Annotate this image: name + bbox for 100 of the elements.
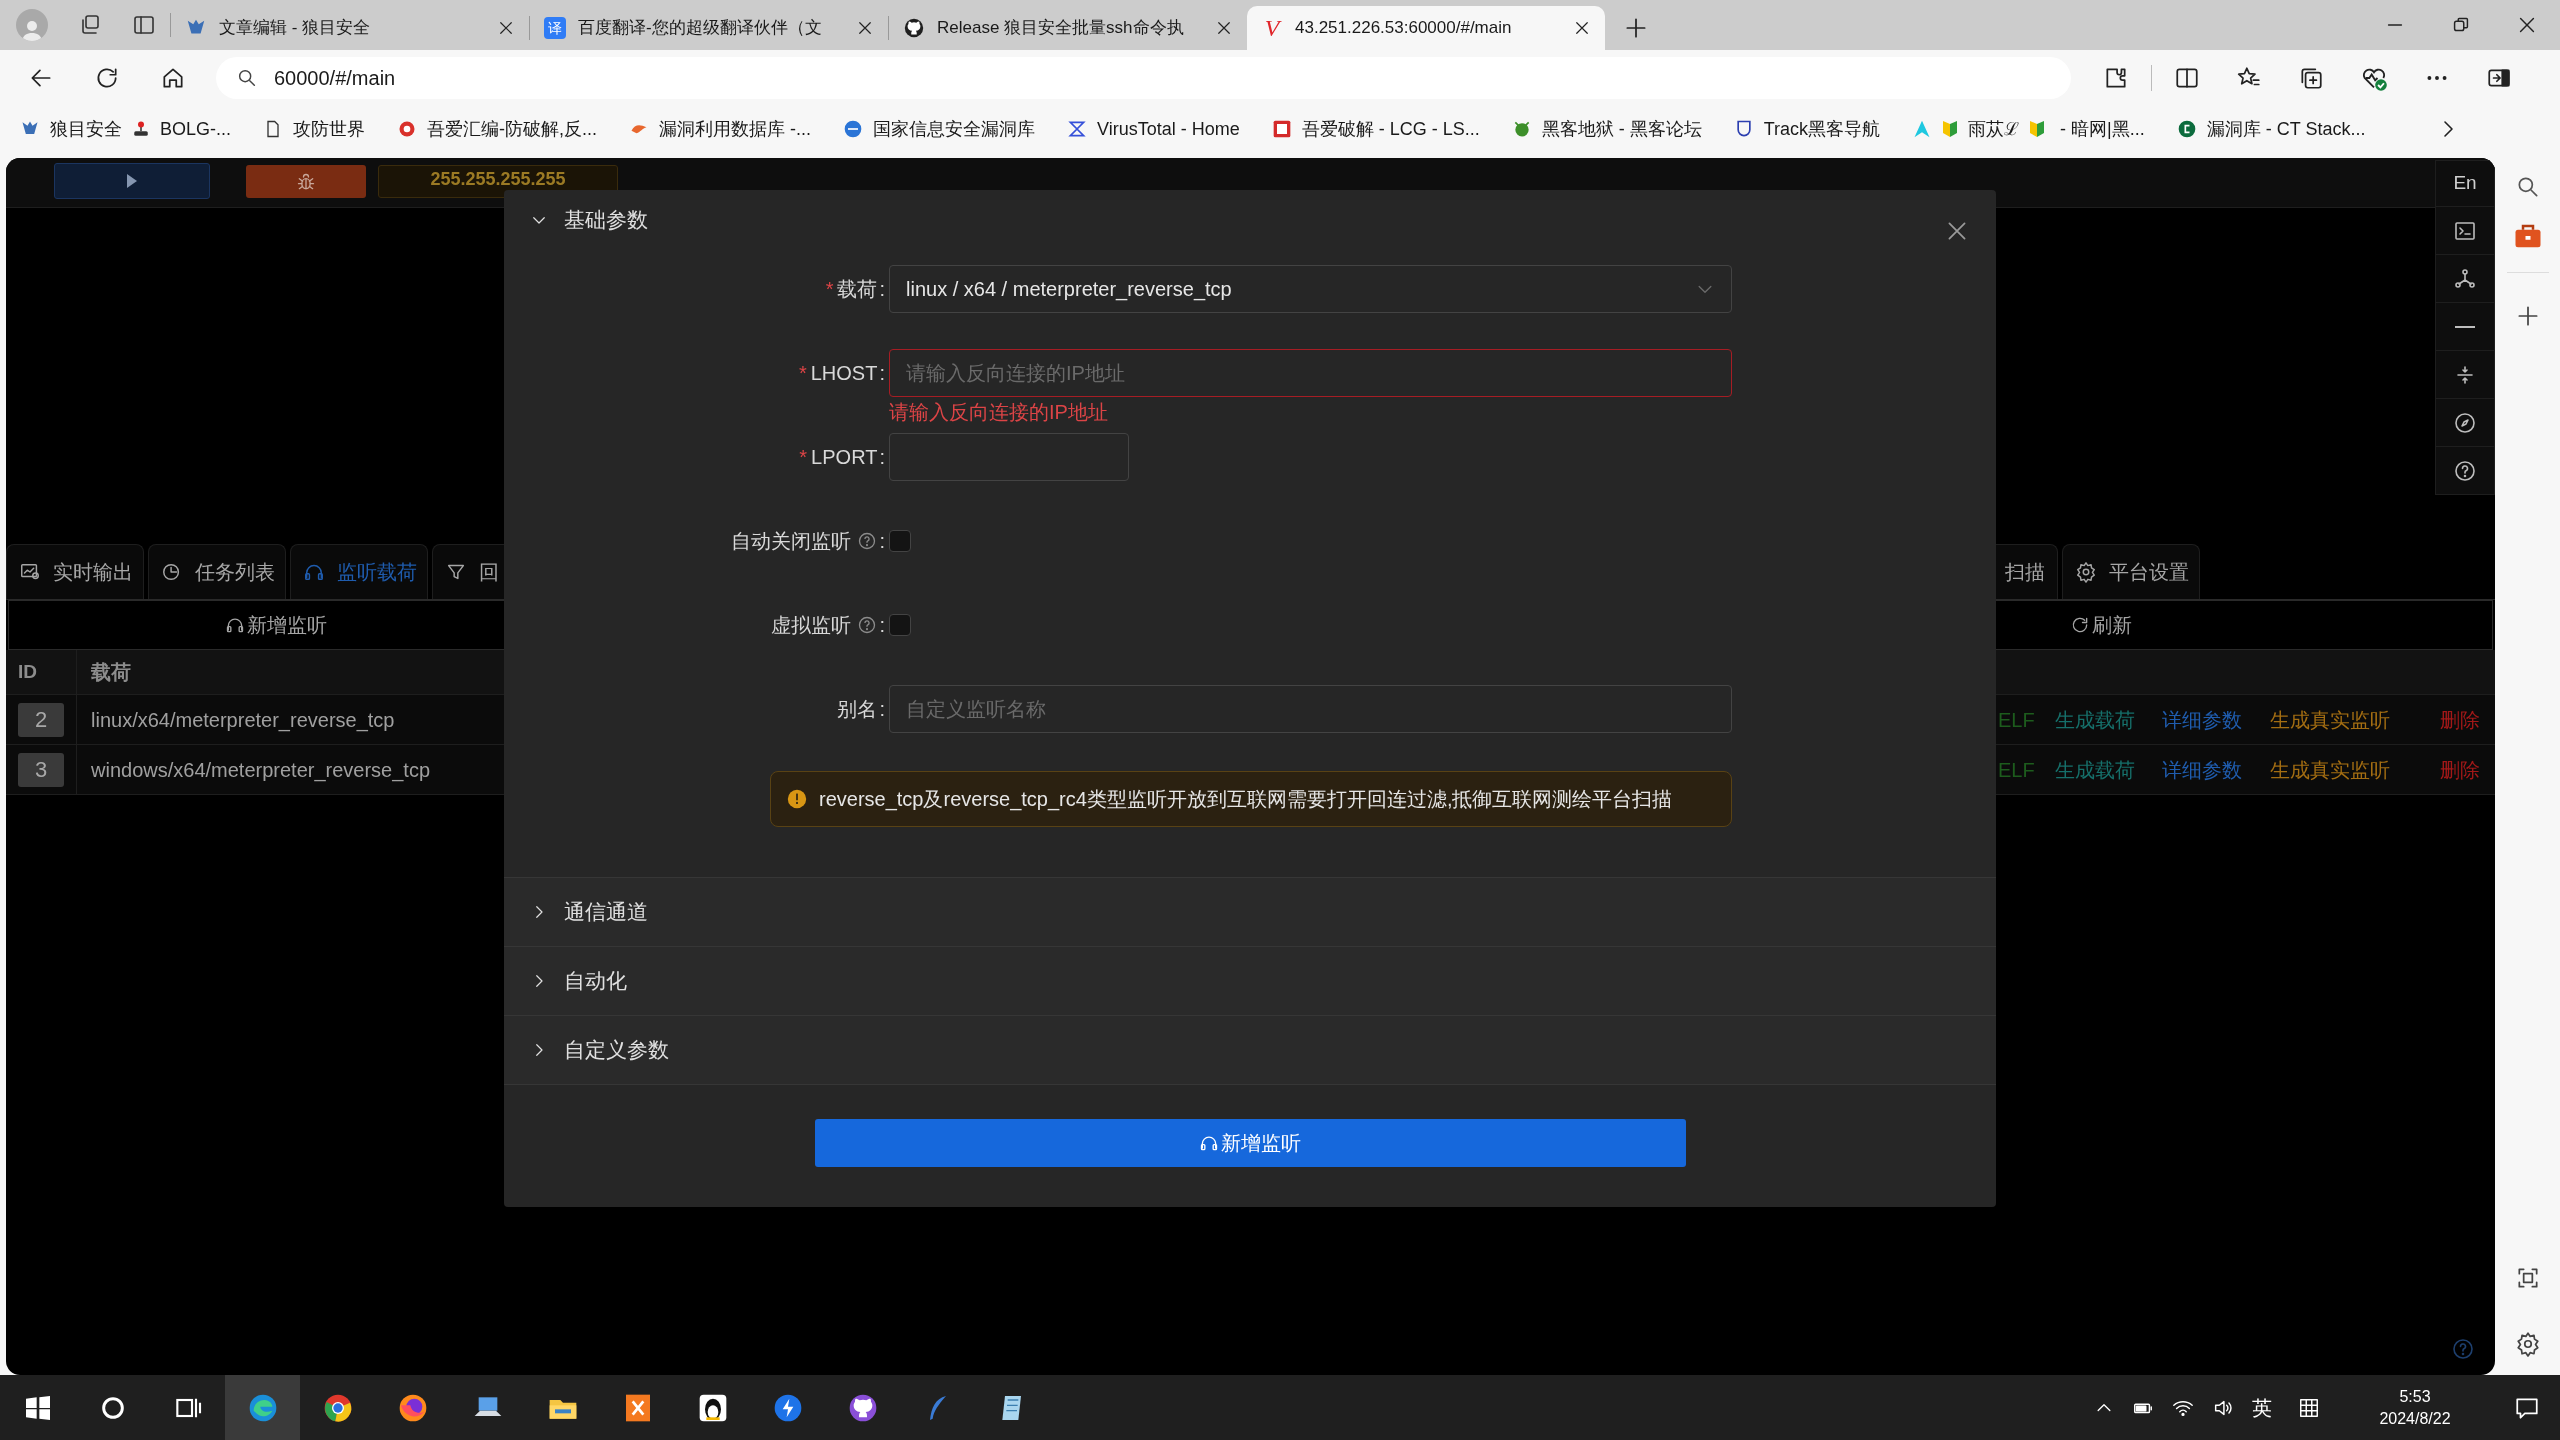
label-colon: : [879, 277, 885, 302]
beginner-mark-icon [2029, 120, 2046, 138]
bookmark[interactable]: VirusTotal - Home [1067, 111, 1240, 147]
bookmark-label: BOLG-... [159, 117, 232, 141]
checkbox[interactable] [889, 614, 911, 636]
tab-title: 43.251.226.53:60000/#/main [1295, 17, 1513, 40]
bookmark-label: 吾爱汇编-防破解,反... [426, 117, 598, 141]
tab-title: 百度翻译-您的超级翻译伙伴（文 [578, 17, 823, 40]
extensions-icon[interactable] [2103, 65, 2129, 91]
translate-logo-icon: 译 [544, 17, 566, 39]
text-field[interactable]: 请输入反向连接的IP地址 [889, 349, 1732, 397]
bookmark-label: 漏洞库 - CT Stack... [2205, 117, 2367, 141]
action-link[interactable]: 生成真实监听 [2270, 754, 2430, 785]
tool-button[interactable] [2435, 207, 2495, 255]
submit-button[interactable]: 新增监听 [814, 1119, 1686, 1167]
browser-tab[interactable]: Release 狼目安全批量ssh命令执 [889, 6, 1247, 50]
bookmark[interactable]: 吾爱汇编-防破解,反... [397, 111, 597, 147]
input-mode-icon[interactable] [2298, 1396, 2320, 1419]
github-icon [903, 17, 925, 39]
payload-select[interactable]: linux / x64 / meterpreter_reverse_tcp [889, 265, 1732, 313]
label-colon: : [879, 361, 885, 386]
logo-icon [397, 119, 417, 139]
browser-tab[interactable]: V 43.251.226.53:60000/#/main [1247, 6, 1605, 50]
text-field[interactable]: 自定义监听名称 [889, 685, 1732, 733]
field-label: 别名 [837, 697, 878, 722]
browser-tab[interactable]: 译 百度翻译-您的超级翻译伙伴（文 [530, 6, 888, 50]
column-header: ID [6, 649, 77, 695]
language-button[interactable]: En [2435, 160, 2495, 207]
bug-icon [296, 171, 316, 192]
bookmark[interactable]: 吾爱破解 - LCG - LS... [1271, 111, 1480, 147]
checkbox[interactable] [889, 530, 911, 552]
id-badge: 3 [18, 752, 64, 787]
field-label: 载荷 [837, 277, 878, 302]
close-icon[interactable] [1573, 19, 1591, 37]
collapse-panel[interactable]: 自动化 [504, 946, 1996, 1015]
bookmark[interactable]: 狼目安全 BOLG-... [20, 111, 231, 147]
collections-icon[interactable] [2298, 65, 2324, 91]
label-colon: : [879, 613, 885, 638]
tab-title: Release 狼目安全批量ssh命令执 [937, 17, 1185, 40]
taskbar-button[interactable] [225, 1375, 300, 1440]
table-cell-text: linux/x64/meterpreter_reverse_tcp [90, 707, 395, 734]
play-icon [126, 174, 138, 188]
field-label: LHOST [810, 361, 878, 386]
bookmark[interactable]: 黑客地狱 - 黑客论坛 [1511, 111, 1702, 147]
app-tab[interactable]: 平台设置 [2062, 544, 2200, 599]
id-badge: 2 [18, 702, 64, 737]
table-cell-text: windows/x64/meterpreter_reverse_tcp [90, 757, 431, 784]
logo-icon [1271, 119, 1292, 139]
field-label: 虚拟监听 [771, 613, 852, 638]
error-message: 请输入反向连接的IP地址 [888, 400, 1109, 425]
close-icon[interactable] [856, 19, 874, 37]
bookmark-label: Track黑客导航 [1762, 117, 1882, 141]
collapse-panel[interactable]: 自定义参数 [504, 1015, 1996, 1084]
warning-alert: reverse_tcp及reverse_tcp_rc4类型监听开放到互联网需要打开回连过滤,抵御互联网测绘平台扫描 [770, 771, 1732, 827]
app-tab[interactable]: 任务列表 [148, 544, 286, 599]
browser-tab[interactable]: 文章编辑 - 狼目安全 [171, 6, 529, 50]
v-logo-icon: V [1261, 17, 1283, 39]
bookmark[interactable]: 雨苁ℒ - 暗网|黑... [1912, 111, 2145, 147]
refresh-icon [2070, 615, 2090, 635]
nodes-icon [2453, 266, 2477, 291]
bookmark-label: - 暗网|黑... [2059, 117, 2146, 141]
address-bar[interactable]: 60000/#/main [216, 57, 2071, 99]
close-icon[interactable] [1215, 19, 1233, 37]
required-mark: * [799, 445, 808, 470]
tab-title: 文章编辑 - 狼目安全 [219, 17, 372, 40]
tool-button[interactable] [2435, 447, 2495, 495]
action-link[interactable]: 生成真实监听 [2270, 704, 2430, 735]
debug-button[interactable] [246, 165, 366, 198]
label-colon: : [879, 697, 885, 722]
bookmark-label: 狼目安全 [49, 117, 123, 141]
vertical-tabs-icon[interactable] [132, 13, 156, 37]
logo-icon [2176, 119, 2197, 139]
label-colon: : [879, 445, 885, 470]
bookmark-label: 国家信息安全漏洞库 [872, 117, 1036, 141]
reload-icon[interactable] [94, 65, 120, 91]
required-mark: * [825, 277, 834, 302]
bookmark-label: 攻防世界 [292, 117, 366, 141]
input-language[interactable]: 英 [2252, 1392, 2272, 1423]
tool-button[interactable] [2435, 255, 2495, 303]
clock[interactable]: 5:53 2024/8/22 [2360, 1385, 2470, 1430]
text-field[interactable] [889, 433, 1129, 481]
bookmark[interactable]: 国家信息安全漏洞库 [843, 111, 1035, 147]
bookmark[interactable]: Track黑客导航 [1733, 111, 1881, 147]
field-label: 自动关闭监听 [731, 529, 852, 554]
bookmark[interactable]: 漏洞库 - CT Stack... [2176, 111, 2366, 147]
bookmark[interactable]: 漏洞利用数据库 -... [629, 111, 811, 147]
joystick-icon [132, 120, 150, 138]
close-icon[interactable] [497, 19, 515, 37]
globe-logo-icon [843, 119, 863, 139]
split-screen-icon[interactable] [2174, 65, 2200, 91]
settings-icon[interactable] [2514, 1331, 2541, 1357]
app-tab[interactable]: 实时输出 [6, 544, 144, 599]
field-label: LPORT [811, 445, 878, 470]
collapse-panel[interactable]: 通信通道 [504, 877, 1996, 946]
beginner-mark-icon [1942, 120, 1959, 138]
refresh-button[interactable]: 刷新 [2070, 610, 2132, 640]
warning-icon [787, 789, 807, 809]
add-listener-button[interactable]: 新增监听 [225, 610, 327, 640]
bookmark[interactable]: 攻防世界 [263, 111, 365, 147]
tool-button[interactable] [2435, 399, 2495, 447]
